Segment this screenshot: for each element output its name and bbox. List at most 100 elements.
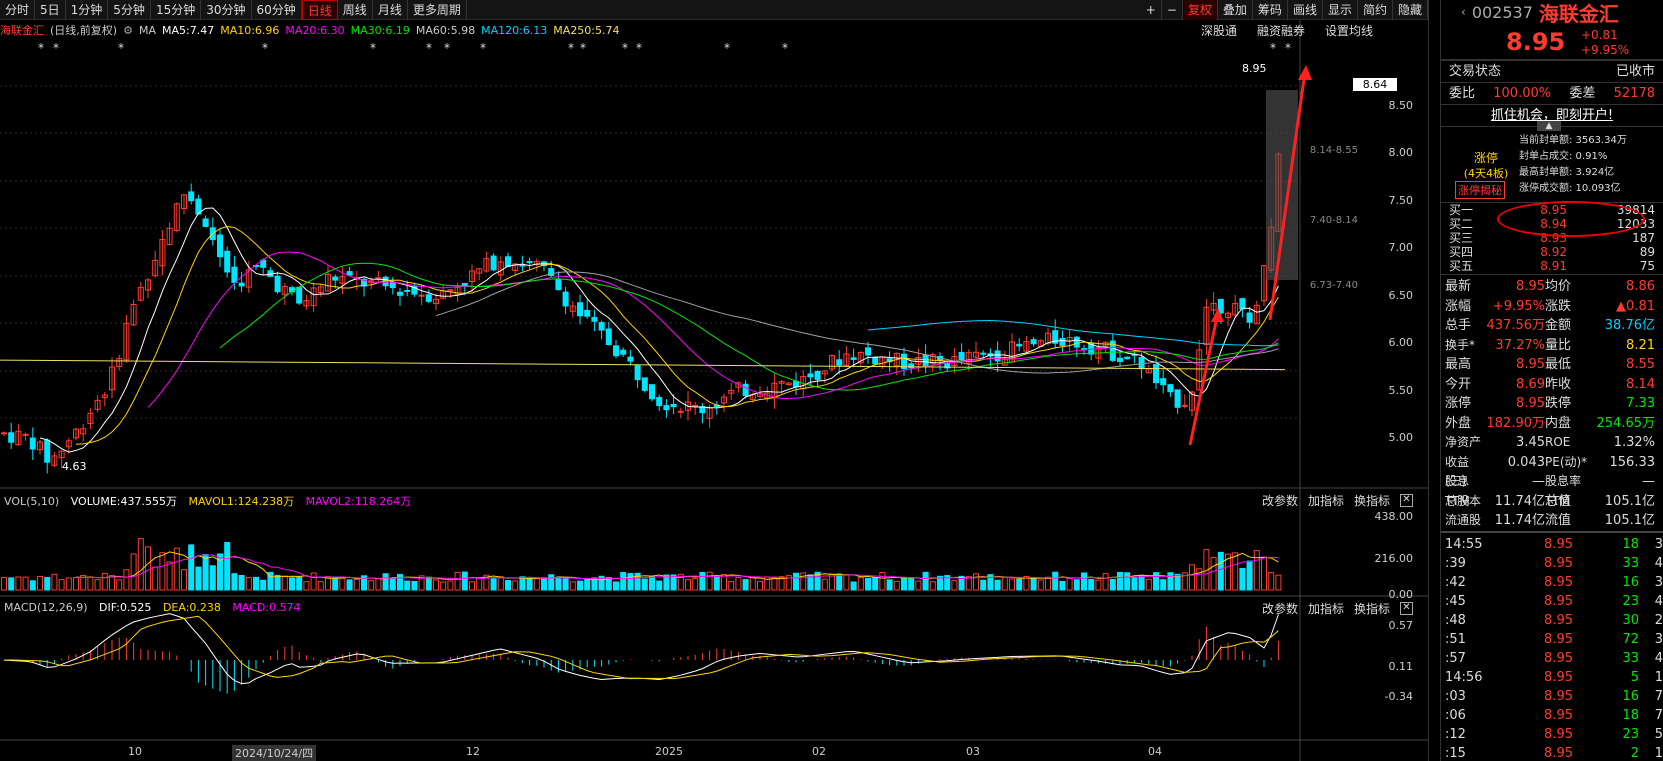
ma30-value: MA30:6.19 (350, 23, 410, 37)
bid-row: 买五 8.91 75 (1441, 259, 1663, 273)
volume-bar (1030, 577, 1037, 591)
volume-bar (281, 575, 288, 591)
macd-add-indicator-button[interactable]: 加指标 (1308, 600, 1344, 617)
tick-cell: 14:55 (1445, 536, 1483, 552)
stock-title: 海联金汇 (1538, 1, 1619, 26)
period-tab-0[interactable]: 分时 (0, 0, 36, 20)
candle-body (605, 328, 612, 346)
volume-bar (577, 580, 583, 591)
volume-bar (461, 571, 468, 591)
limit-up-reveal-button[interactable]: 涨停揭秘 (1455, 181, 1505, 199)
toolbar-btn-5[interactable]: 画线 (1288, 0, 1323, 20)
bid-price: 8.92 (1540, 245, 1567, 259)
period-tab-4[interactable]: 15分钟 (151, 0, 202, 20)
candle-body (375, 277, 382, 280)
tick-row: 14:56 8.95 5 1 (1441, 668, 1663, 687)
macd-edit-params-button[interactable]: 改参数 (1262, 600, 1298, 617)
period-tab-6[interactable]: 60分钟 (252, 0, 302, 20)
volume-bar (332, 576, 339, 591)
period-tab-1[interactable]: 5日 (35, 0, 66, 20)
link-ma-settings[interactable]: 设置均线 (1325, 22, 1373, 39)
settings-icon[interactable]: ⚙ (123, 24, 133, 37)
period-tab-5[interactable]: 30分钟 (201, 0, 252, 20)
period-tab-3[interactable]: 5分钟 (108, 0, 151, 20)
close-icon[interactable]: ✕ (1400, 494, 1413, 507)
macd-tick: 0.11 (1388, 660, 1414, 673)
volume-bar (109, 575, 115, 591)
limit-up-title: 涨停 (1473, 151, 1498, 165)
volume-bar (440, 581, 447, 591)
period-tab-8[interactable]: 周线 (338, 0, 373, 20)
period-tab-9[interactable]: 月线 (373, 0, 408, 20)
ma5-value: MA5:7.47 (161, 23, 215, 37)
toolbar-btn-3[interactable]: 叠加 (1218, 0, 1253, 20)
star-marker: * (480, 41, 486, 55)
period-tab-10[interactable]: 更多周期 (408, 0, 467, 20)
volume-bar (411, 580, 418, 591)
price-tick: 5.00 (1388, 431, 1414, 444)
chevron-up-icon[interactable]: ▲ (1537, 121, 1561, 131)
tick-cell: 33 (1622, 555, 1639, 571)
volume-bar (497, 576, 504, 591)
stat-cell: 11.74亿 (1494, 513, 1545, 528)
link-margin[interactable]: 融资融券 (1257, 22, 1305, 39)
stat-cell: 昨收 (1545, 376, 1572, 392)
volume-bar (872, 577, 879, 591)
toolbar-btn-8[interactable]: 隐藏 (1393, 0, 1428, 20)
stat-cell: 最低 (1545, 357, 1572, 372)
toolbar-btn-4[interactable]: 筹码 (1253, 0, 1288, 20)
stats-grid: 最新 8.95 均价 8.86 涨幅 +9.95% 涨跌 ▲0.81 总手 437.56万 金额 38… (1441, 277, 1663, 531)
volume-bar (296, 576, 303, 591)
stat-cell: 跌停 (1545, 396, 1572, 411)
volume-bar (857, 577, 864, 591)
toolbar-btn-6[interactable]: 显示 (1323, 0, 1358, 20)
volume-bar (1131, 576, 1138, 591)
close-icon[interactable]: ✕ (1400, 602, 1413, 615)
ma120-value: MA120:6.13 (481, 23, 548, 37)
period-tab-7[interactable]: 日线 (301, 0, 338, 20)
link-hk-connect[interactable]: 深股通 (1201, 22, 1237, 39)
stat-cell: 换手* (1445, 337, 1476, 352)
stat-cell: ROE (1545, 435, 1571, 449)
volume-bar (1109, 578, 1116, 591)
collapse-icon[interactable]: ‹ (1461, 5, 1466, 19)
toolbar-btn-1[interactable]: − (1162, 0, 1183, 20)
candle-body (461, 282, 468, 286)
volume-bar (1138, 575, 1145, 591)
tick-cell: 1 (1654, 669, 1663, 685)
volume-bar (1001, 576, 1008, 591)
chart-area[interactable]: * * * * * * * * * * * * * * * * (0, 20, 1428, 761)
tick-cell: 8.95 (1544, 707, 1573, 723)
macd-switch-indicator-button[interactable]: 换指标 (1354, 600, 1390, 617)
ma-line (147, 251, 1279, 408)
volume-bar (850, 581, 857, 591)
stat-cell: 38.76亿 (1604, 318, 1655, 333)
toolbar-btn-7[interactable]: 简约 (1358, 0, 1393, 20)
stat-cell: 涨幅 (1445, 298, 1472, 314)
volume-bar (1145, 578, 1152, 591)
star-marker: * (38, 41, 44, 55)
macd-label-bar: MACD(12,26,9) DIF:0.525 DEA:0.238 MACD:0… (4, 601, 309, 614)
vol-switch-indicator-button[interactable]: 换指标 (1354, 492, 1390, 509)
x-axis-label: 04 (1148, 745, 1162, 758)
volume-bar (346, 579, 353, 591)
panel-splitter[interactable] (1428, 0, 1440, 761)
volume-bar (1217, 551, 1224, 591)
tick-cell: 8.95 (1544, 745, 1573, 761)
candle-body (814, 370, 821, 380)
period-tab-2[interactable]: 1分钟 (66, 0, 109, 20)
stat-cell: 内盘 (1545, 415, 1572, 431)
change-value: +0.81 (1581, 28, 1618, 42)
vol-add-indicator-button[interactable]: 加指标 (1308, 492, 1344, 509)
volume-bar (843, 574, 850, 591)
toolbar-btn-2[interactable]: 复权 (1182, 0, 1218, 20)
highlight-ellipse (1497, 201, 1645, 237)
seal-amount: 当前封单额: 3563.34万 (1519, 135, 1627, 146)
toolbar-btn-0[interactable]: + (1141, 0, 1162, 20)
last-price: 8.95 (1506, 28, 1566, 56)
tick-row: :03 8.95 16 7 (1441, 687, 1663, 706)
range-label: 8.14-8.55 (1309, 145, 1358, 156)
candle-body (656, 397, 663, 407)
vol-edit-params-button[interactable]: 改参数 (1262, 492, 1298, 509)
volume-bar (627, 573, 634, 591)
